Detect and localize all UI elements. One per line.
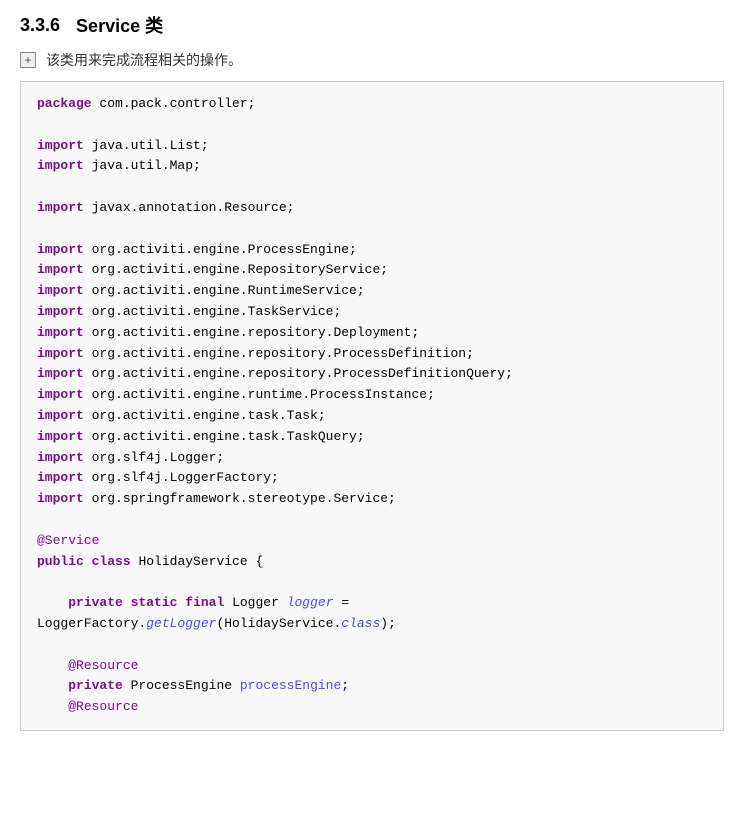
code-container: package com.pack.controller; import java…: [20, 81, 724, 731]
section-number: 3.3.6: [20, 15, 60, 36]
code-block: package com.pack.controller; import java…: [37, 94, 707, 718]
description-text: 该类用来完成流程相关的操作。: [46, 50, 242, 71]
section-title: Service 类: [76, 12, 163, 38]
section-header: 3.3.6 Service 类: [0, 0, 744, 46]
expand-icon[interactable]: +: [20, 52, 36, 68]
description-row: + 该类用来完成流程相关的操作。: [0, 46, 744, 81]
